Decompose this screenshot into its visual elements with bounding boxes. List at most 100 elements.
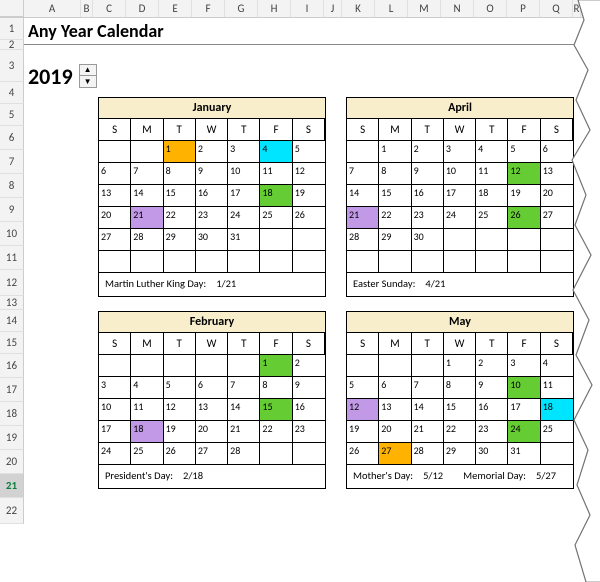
day-cell[interactable]: 27 xyxy=(379,443,411,465)
day-cell[interactable] xyxy=(228,251,260,273)
col-header-R[interactable]: R xyxy=(573,0,581,17)
day-cell[interactable]: 17 xyxy=(508,399,540,421)
day-cell[interactable] xyxy=(293,443,325,465)
day-cell[interactable]: 13 xyxy=(196,399,228,421)
day-cell[interactable]: 24 xyxy=(99,443,131,465)
day-cell[interactable]: 3 xyxy=(99,377,131,399)
day-cell[interactable] xyxy=(293,251,325,273)
day-cell[interactable] xyxy=(508,251,540,273)
col-header-O[interactable]: O xyxy=(474,0,507,17)
row-header-7[interactable]: 7 xyxy=(0,150,24,174)
day-cell[interactable] xyxy=(347,355,379,377)
day-cell[interactable] xyxy=(444,251,476,273)
day-cell[interactable] xyxy=(541,251,573,273)
day-cell[interactable]: 4 xyxy=(476,141,508,163)
row-header-18[interactable]: 18 xyxy=(0,402,24,426)
day-cell[interactable] xyxy=(379,251,411,273)
day-cell[interactable]: 28 xyxy=(228,443,260,465)
day-cell[interactable]: 29 xyxy=(164,229,196,251)
day-cell[interactable]: 17 xyxy=(444,185,476,207)
day-cell[interactable]: 25 xyxy=(476,207,508,229)
day-cell[interactable]: 12 xyxy=(347,399,379,421)
day-cell[interactable]: 5 xyxy=(164,377,196,399)
day-cell[interactable]: 2 xyxy=(293,355,325,377)
row-header-12[interactable]: 12 xyxy=(0,270,24,296)
day-cell[interactable] xyxy=(508,229,540,251)
day-cell[interactable]: 8 xyxy=(444,377,476,399)
day-cell[interactable]: 7 xyxy=(228,377,260,399)
day-cell[interactable]: 5 xyxy=(508,141,540,163)
day-cell[interactable]: 9 xyxy=(476,377,508,399)
day-cell[interactable]: 9 xyxy=(412,163,444,185)
day-cell[interactable]: 6 xyxy=(541,141,573,163)
day-cell[interactable]: 19 xyxy=(508,185,540,207)
row-headers[interactable]: 12345678910111213141516171819202122 xyxy=(0,18,24,524)
day-cell[interactable]: 3 xyxy=(228,141,260,163)
day-cell[interactable]: 8 xyxy=(164,163,196,185)
row-header-19[interactable]: 19 xyxy=(0,426,24,450)
col-header-F[interactable]: F xyxy=(192,0,225,17)
day-cell[interactable]: 21 xyxy=(131,207,163,229)
day-cell[interactable] xyxy=(541,229,573,251)
day-cell[interactable]: 22 xyxy=(164,207,196,229)
day-cell[interactable] xyxy=(99,141,131,163)
day-cell[interactable] xyxy=(412,355,444,377)
day-cell[interactable]: 22 xyxy=(444,421,476,443)
day-cell[interactable]: 16 xyxy=(476,399,508,421)
day-cell[interactable]: 10 xyxy=(508,377,540,399)
day-cell[interactable]: 31 xyxy=(228,229,260,251)
day-cell[interactable]: 14 xyxy=(347,185,379,207)
day-cell[interactable]: 17 xyxy=(99,421,131,443)
day-cell[interactable]: 22 xyxy=(260,421,292,443)
day-cell[interactable]: 19 xyxy=(164,421,196,443)
day-cell[interactable]: 16 xyxy=(196,185,228,207)
day-cell[interactable]: 15 xyxy=(164,185,196,207)
row-header-8[interactable]: 8 xyxy=(0,174,24,198)
day-cell[interactable]: 6 xyxy=(379,377,411,399)
select-all-corner[interactable] xyxy=(0,0,24,17)
day-cell[interactable]: 13 xyxy=(99,185,131,207)
day-cell[interactable]: 1 xyxy=(379,141,411,163)
day-cell[interactable]: 23 xyxy=(476,421,508,443)
year-spinner[interactable]: ▲ ▼ xyxy=(79,64,97,88)
day-cell[interactable]: 3 xyxy=(444,141,476,163)
day-cell[interactable]: 26 xyxy=(293,207,325,229)
day-cell[interactable]: 30 xyxy=(412,229,444,251)
day-cell[interactable] xyxy=(476,229,508,251)
col-header-D[interactable]: D xyxy=(126,0,159,17)
day-cell[interactable]: 6 xyxy=(99,163,131,185)
day-cell[interactable] xyxy=(260,229,292,251)
day-cell[interactable] xyxy=(164,251,196,273)
col-header-C[interactable]: C xyxy=(93,0,126,17)
day-cell[interactable] xyxy=(164,355,196,377)
day-cell[interactable] xyxy=(347,251,379,273)
day-cell[interactable]: 11 xyxy=(541,377,573,399)
day-cell[interactable]: 26 xyxy=(347,443,379,465)
col-header-K[interactable]: K xyxy=(342,0,375,17)
day-cell[interactable]: 8 xyxy=(379,163,411,185)
day-cell[interactable]: 28 xyxy=(131,229,163,251)
day-cell[interactable]: 14 xyxy=(131,185,163,207)
day-cell[interactable]: 10 xyxy=(444,163,476,185)
day-cell[interactable]: 10 xyxy=(228,163,260,185)
day-cell[interactable]: 8 xyxy=(260,377,292,399)
day-cell[interactable] xyxy=(260,251,292,273)
day-cell[interactable]: 18 xyxy=(541,399,573,421)
day-cell[interactable]: 7 xyxy=(412,377,444,399)
day-cell[interactable]: 2 xyxy=(412,141,444,163)
day-cell[interactable]: 2 xyxy=(476,355,508,377)
day-cell[interactable]: 27 xyxy=(99,229,131,251)
day-cell[interactable]: 30 xyxy=(196,229,228,251)
day-cell[interactable]: 23 xyxy=(293,421,325,443)
day-cell[interactable] xyxy=(196,251,228,273)
row-header-16[interactable]: 16 xyxy=(0,354,24,378)
day-cell[interactable]: 1 xyxy=(164,141,196,163)
col-header-J[interactable]: J xyxy=(324,0,342,17)
day-cell[interactable]: 31 xyxy=(508,443,540,465)
spinner-down[interactable]: ▼ xyxy=(80,76,96,87)
day-cell[interactable]: 20 xyxy=(379,421,411,443)
col-header-I[interactable]: I xyxy=(291,0,324,17)
row-header-10[interactable]: 10 xyxy=(0,222,24,246)
day-cell[interactable]: 15 xyxy=(260,399,292,421)
row-header-22[interactable]: 22 xyxy=(0,498,24,524)
